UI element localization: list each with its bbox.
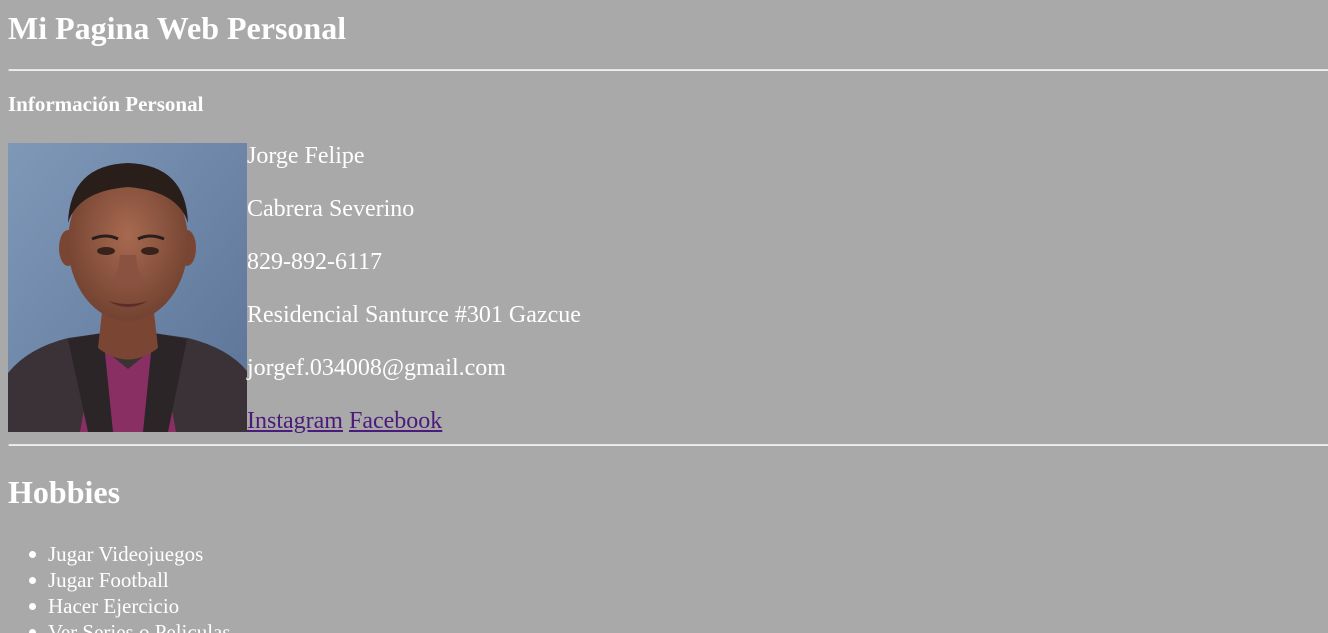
hobby-item: Jugar Football — [8, 567, 231, 593]
facebook-link[interactable]: Facebook — [349, 408, 442, 434]
hobby-item: Hacer Ejercicio — [8, 593, 231, 619]
first-name: Jorge Felipe — [247, 143, 365, 169]
hobby-item: Jugar Videojuegos — [8, 541, 231, 567]
bullet-icon — [29, 629, 36, 633]
instagram-link[interactable]: Instagram — [247, 408, 343, 434]
page-title: Mi Pagina Web Personal — [8, 10, 347, 46]
top-divider — [8, 69, 1328, 71]
bullet-icon — [29, 603, 36, 610]
personal-info-heading: Información Personal — [8, 92, 204, 116]
hobby-item: Ver Series o Peliculas — [8, 619, 231, 633]
hobby-list: Jugar Videojuegos Jugar Football Hacer E… — [8, 541, 231, 633]
hobby-label: Ver Series o Peliculas — [48, 620, 231, 633]
address: Residencial Santurce #301 Gazcue — [247, 302, 581, 328]
bullet-icon — [29, 551, 36, 558]
last-name: Cabrera Severino — [247, 196, 415, 222]
hobbies-heading: Hobbies — [8, 474, 121, 510]
page: Mi Pagina Web Personal Información Perso… — [0, 0, 1328, 633]
social-links: Instagram Facebook — [247, 407, 442, 435]
hobby-label: Hacer Ejercicio — [48, 594, 180, 618]
phone-number: 829-892-6117 — [247, 249, 383, 275]
profile-photo — [8, 143, 247, 432]
middle-divider — [8, 444, 1328, 446]
hobby-label: Jugar Football — [48, 568, 169, 592]
email: jorgef.034008@gmail.com — [247, 355, 506, 381]
bullet-icon — [29, 577, 36, 584]
hobby-label: Jugar Videojuegos — [48, 542, 204, 566]
